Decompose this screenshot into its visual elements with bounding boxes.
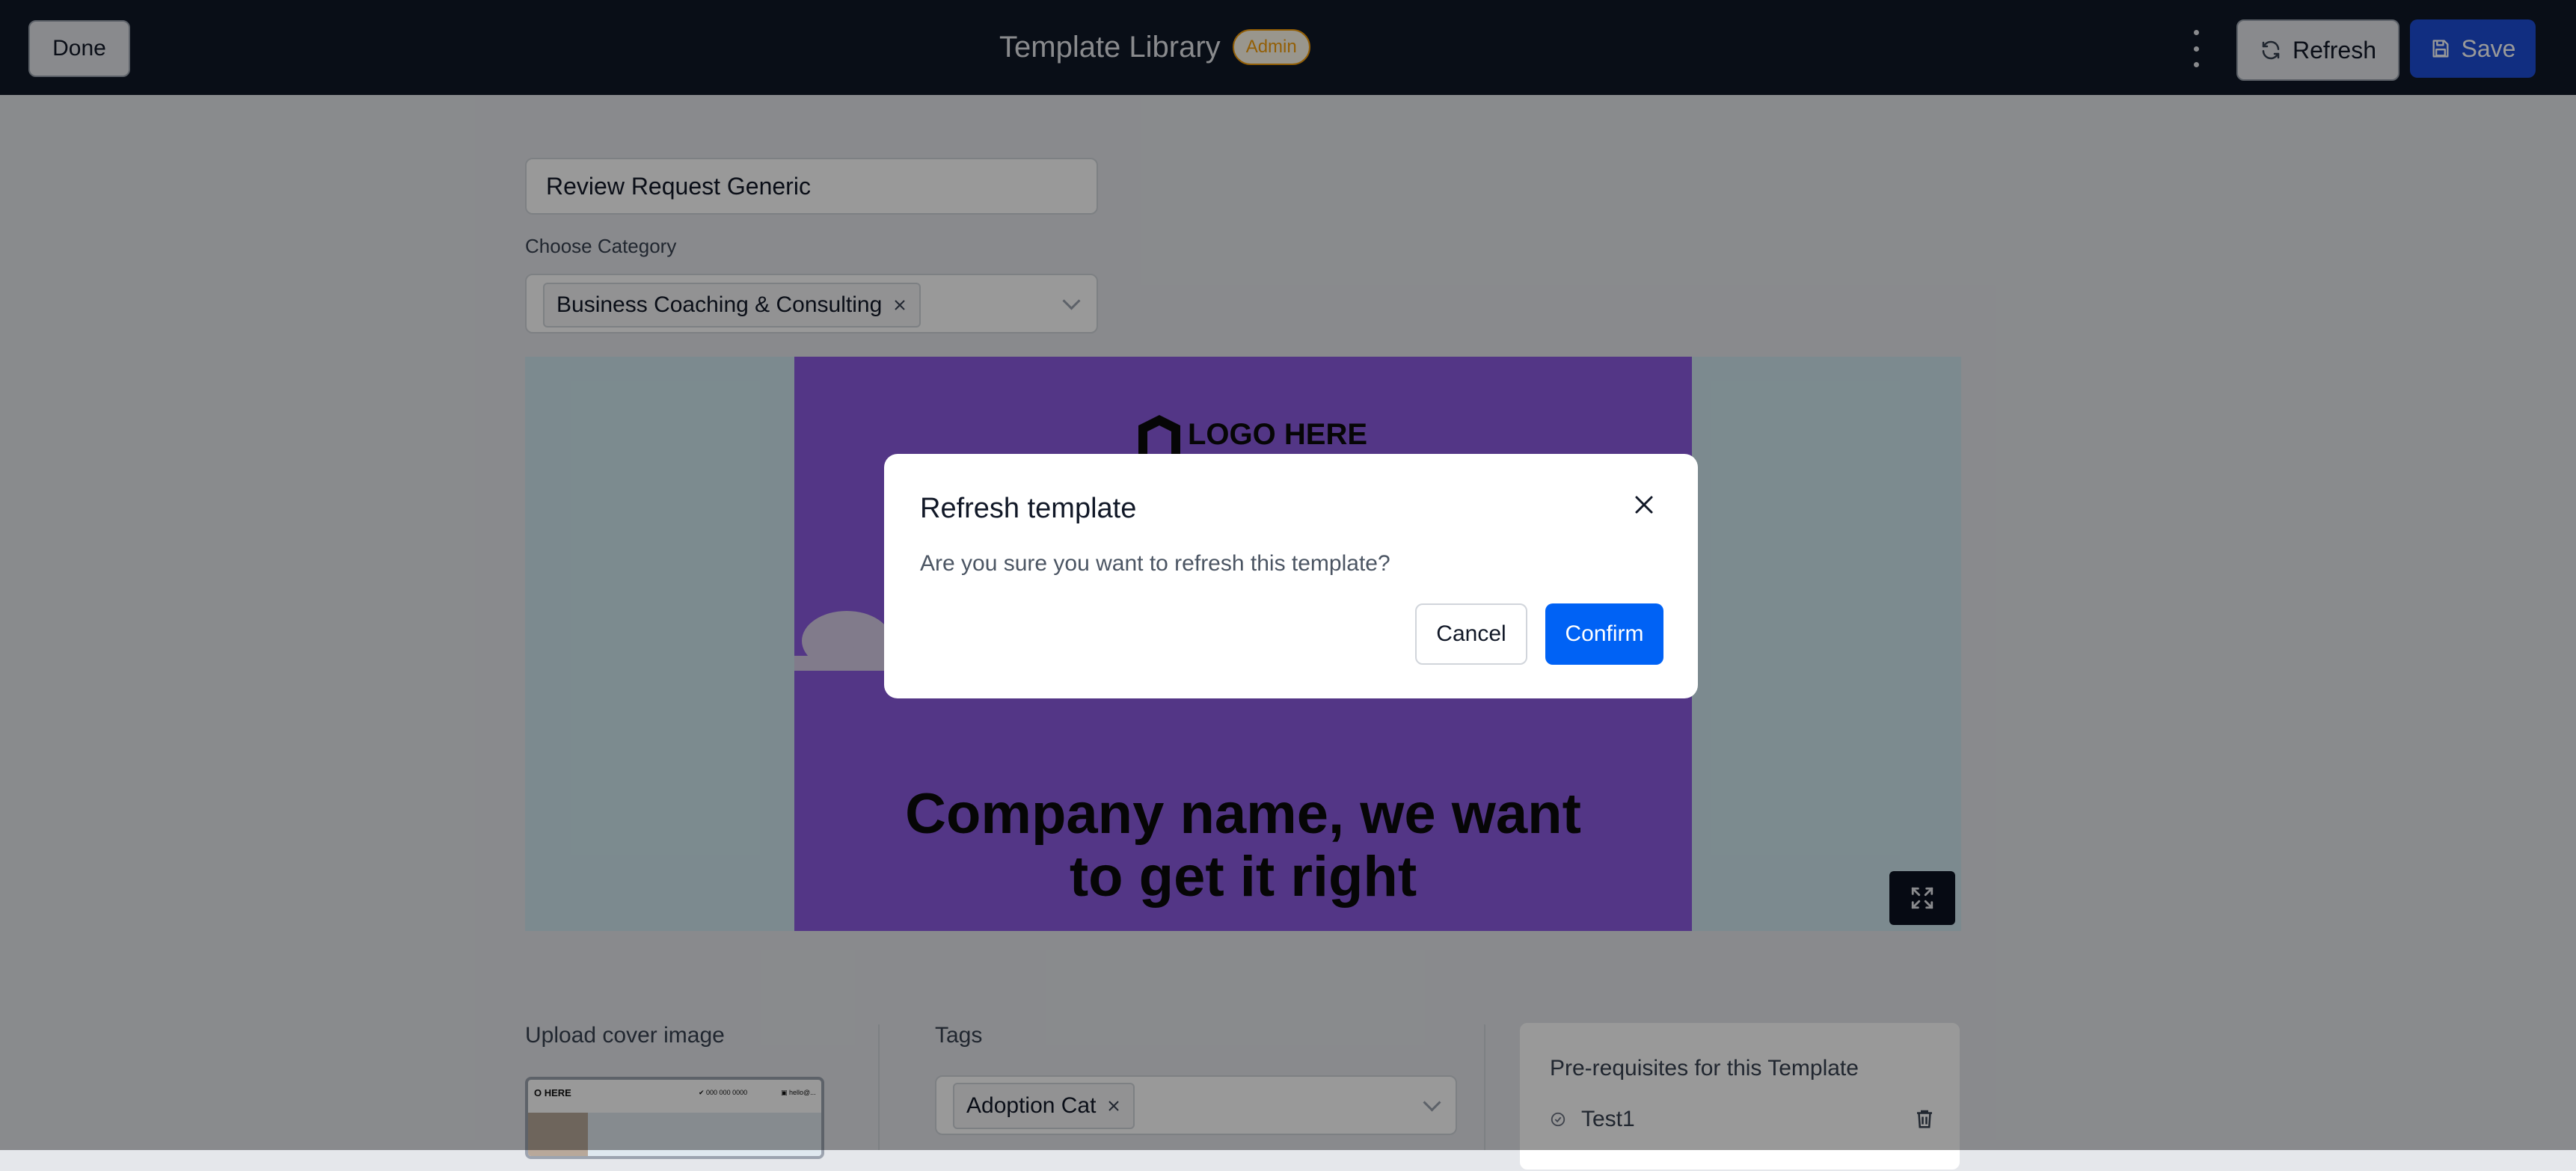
cancel-button[interactable]: Cancel [1415, 603, 1527, 665]
refresh-modal: Refresh template Are you sure you want t… [884, 454, 1698, 698]
close-icon[interactable] [1632, 493, 1656, 517]
confirm-button[interactable]: Confirm [1545, 603, 1663, 665]
modal-title: Refresh template [920, 493, 1137, 524]
modal-message: Are you sure you want to refresh this te… [920, 551, 1390, 576]
